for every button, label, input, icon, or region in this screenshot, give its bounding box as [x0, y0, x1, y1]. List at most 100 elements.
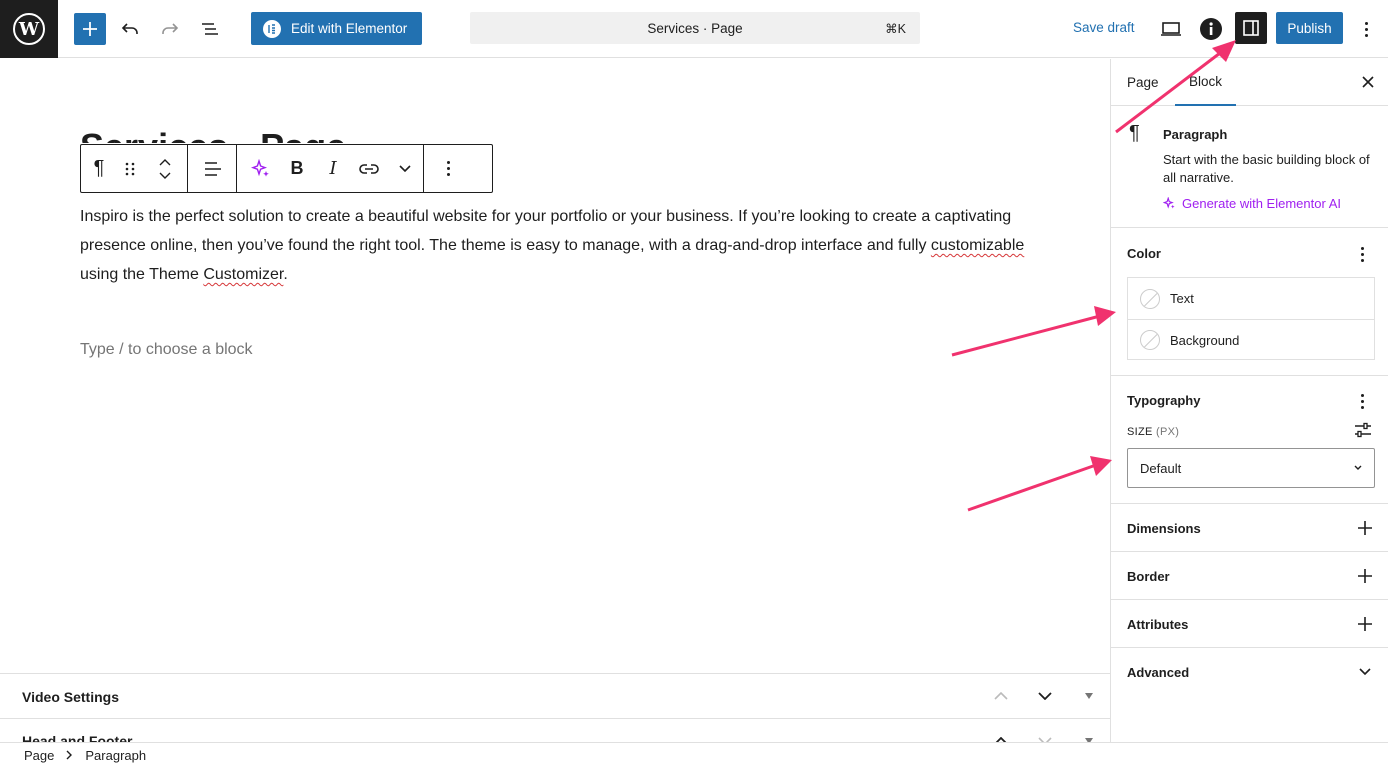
toggle-panel-button[interactable] — [1079, 731, 1099, 742]
sidebar-icon — [1243, 20, 1259, 36]
font-size-select[interactable]: Default — [1127, 448, 1375, 488]
command-shortcut: ⌘K — [885, 21, 906, 36]
plus-icon — [1355, 614, 1375, 634]
meta-box-title[interactable]: Video Settings — [22, 689, 119, 705]
font-size-value: Default — [1140, 460, 1182, 476]
details-button[interactable] — [1195, 13, 1227, 45]
panel-border[interactable]: Border — [1111, 551, 1388, 599]
chevron-down-icon[interactable] — [159, 172, 171, 179]
block-appender-placeholder[interactable]: Type / to choose a block — [80, 341, 253, 359]
toolbar-group-align — [188, 145, 237, 192]
color-options-button[interactable] — [1354, 245, 1370, 263]
page-title[interactable]: Services · Page — [80, 129, 346, 143]
redo-icon — [162, 23, 179, 34]
pilcrow-icon: ¶ — [93, 157, 105, 179]
color-item-background[interactable]: Background — [1128, 319, 1374, 360]
ai-sparkle-icon — [1163, 197, 1175, 209]
elementor-ai-button[interactable] — [243, 145, 279, 192]
desktop-preview-icon — [1161, 22, 1181, 36]
chevron-down-icon — [399, 165, 411, 172]
meta-box-title[interactable]: Head and Footer — [22, 733, 132, 742]
chevron-down-icon — [1355, 662, 1375, 682]
block-options-button[interactable] — [430, 145, 466, 192]
redo-button[interactable] — [154, 13, 186, 45]
panel-attributes[interactable]: Attributes — [1111, 599, 1388, 647]
editor-canvas[interactable]: Services · Page ¶ B I — [0, 59, 1110, 673]
misspelled-word: customizable — [930, 237, 1025, 254]
paragraph-text: using the Theme — [80, 266, 204, 283]
plus-icon — [83, 22, 97, 36]
color-swatch-icon — [1140, 288, 1160, 309]
ai-link-label: Generate with Elementor AI — [1182, 196, 1341, 211]
breadcrumb-item-paragraph[interactable]: Paragraph — [85, 748, 146, 763]
caret-down-icon — [1085, 693, 1093, 699]
chevron-up-icon[interactable] — [159, 158, 171, 166]
kebab-icon — [1358, 20, 1374, 38]
close-sidebar-button[interactable] — [1357, 71, 1379, 93]
sidebar-tabs: Page Block — [1111, 59, 1388, 106]
misspelled-word: Customizer — [203, 266, 284, 283]
chevron-down-icon — [1354, 465, 1362, 470]
chevron-right-icon — [66, 750, 73, 760]
generate-with-elementor-ai-link[interactable]: Generate with Elementor AI — [1163, 196, 1341, 211]
panel-label: Attributes — [1127, 617, 1189, 632]
size-unit: (PX) — [1156, 426, 1180, 438]
block-card: ¶ Paragraph Start with the basic buildin… — [1111, 106, 1388, 228]
publish-button[interactable]: Publish — [1276, 12, 1343, 44]
toolbar-group-format: B I — [237, 145, 424, 192]
paragraph-text: Inspiro is the perfect solution to creat… — [80, 208, 1012, 254]
command-palette-bar[interactable]: Services · Page ⌘K — [470, 12, 920, 44]
block-name: Paragraph — [1163, 127, 1228, 142]
drag-handle[interactable] — [117, 145, 143, 192]
toggle-panel-button[interactable] — [1079, 686, 1099, 706]
panel-label: Advanced — [1127, 665, 1190, 680]
move-up-button[interactable] — [991, 731, 1011, 742]
more-formats-button[interactable] — [387, 145, 423, 192]
wordpress-logo-button[interactable]: W — [0, 0, 58, 58]
align-left-icon — [205, 161, 221, 176]
save-draft-button[interactable]: Save draft — [1073, 20, 1135, 35]
paragraph-block[interactable]: Inspiro is the perfect solution to creat… — [80, 202, 1030, 289]
typography-options-button[interactable] — [1354, 392, 1370, 410]
breadcrumb-item-page[interactable]: Page — [24, 748, 54, 763]
info-icon — [1200, 18, 1222, 40]
paragraph-text: . — [283, 266, 288, 283]
toolbar-group-block: ¶ — [81, 145, 188, 192]
tab-page[interactable]: Page — [1127, 59, 1159, 106]
block-breadcrumb: Page Paragraph — [0, 742, 1388, 767]
font-size-label: SIZE (PX) — [1127, 426, 1179, 438]
panel-advanced[interactable]: Advanced — [1111, 647, 1388, 695]
document-overview-button[interactable] — [194, 13, 226, 45]
move-down-button[interactable] — [1035, 686, 1055, 706]
preview-button[interactable] — [1155, 13, 1187, 45]
bold-icon: B — [290, 158, 304, 178]
settings-sidebar-toggle[interactable] — [1235, 12, 1267, 44]
add-block-button[interactable] — [74, 13, 106, 45]
block-toolbar: ¶ B I — [80, 144, 493, 193]
move-up-button[interactable] — [991, 686, 1011, 706]
panel-label: Border — [1127, 569, 1170, 584]
block-type-button[interactable]: ¶ — [81, 145, 117, 192]
align-text-button[interactable] — [188, 145, 236, 192]
kebab-icon — [440, 160, 456, 178]
panel-dimensions[interactable]: Dimensions — [1111, 503, 1388, 551]
move-up-down-buttons[interactable] — [143, 145, 187, 192]
italic-button[interactable]: I — [315, 145, 351, 192]
drag-handle-icon — [125, 162, 135, 175]
bold-button[interactable]: B — [279, 145, 315, 192]
meta-box-head-and-footer: Head and Footer — [0, 718, 1110, 742]
settings-sliders-icon — [1355, 422, 1371, 438]
link-icon — [359, 163, 379, 174]
divider — [1111, 375, 1388, 376]
undo-button[interactable] — [114, 13, 146, 45]
tab-block[interactable]: Block — [1175, 59, 1237, 106]
color-item-text[interactable]: Text — [1128, 278, 1374, 319]
link-button[interactable] — [351, 145, 387, 192]
color-settings-list: Text Background — [1127, 277, 1375, 360]
custom-size-button[interactable] — [1354, 422, 1372, 438]
move-down-button[interactable] — [1035, 731, 1055, 742]
block-description: Start with the basic building block of a… — [1163, 152, 1370, 185]
typography-panel-heading: Typography — [1127, 393, 1201, 408]
edit-with-elementor-button[interactable]: Edit with Elementor — [251, 12, 422, 45]
options-menu-button[interactable] — [1350, 13, 1382, 45]
